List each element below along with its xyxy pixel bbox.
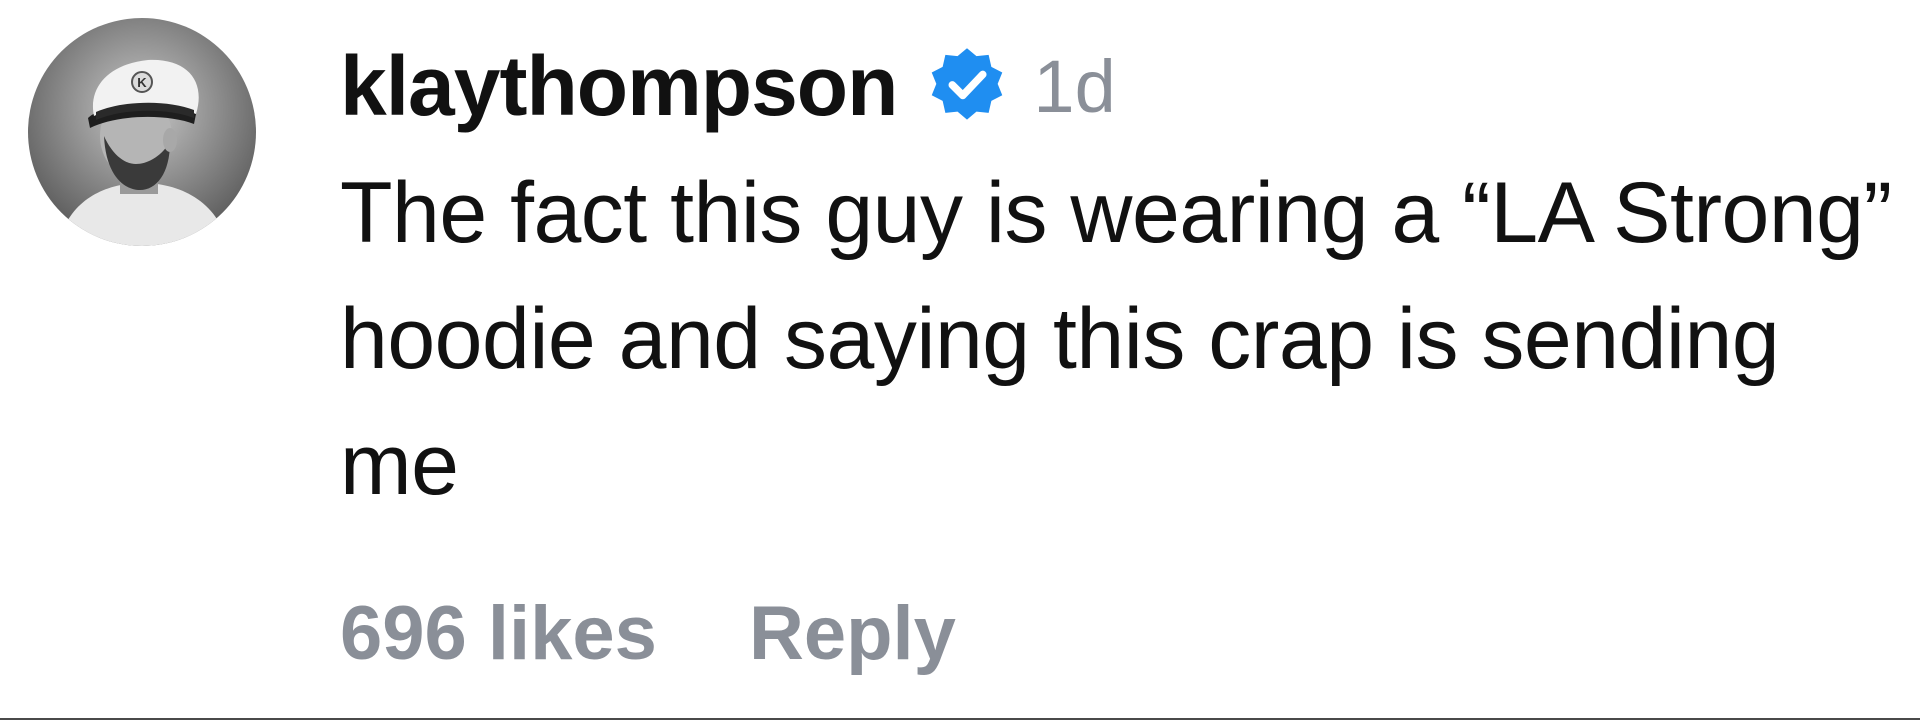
- verified-badge-icon: [925, 44, 1009, 128]
- avatar-hat-letter: K: [137, 75, 147, 90]
- timestamp[interactable]: 1d: [1033, 44, 1115, 129]
- comment-header: klaythompson 1d: [340, 30, 1900, 142]
- comment-actions: 696 likes Reply: [340, 590, 956, 677]
- avatar-image: K: [28, 18, 256, 246]
- username-link[interactable]: klaythompson: [340, 38, 898, 135]
- comment-item: K klaythompson 1d The fact this guy is w…: [0, 0, 1920, 720]
- reply-button[interactable]: Reply: [749, 590, 956, 677]
- avatar[interactable]: K: [28, 18, 256, 246]
- likes-count-button[interactable]: 696 likes: [340, 590, 657, 677]
- comment-text: The fact this guy is wearing a “LA Stron…: [340, 165, 1892, 513]
- comment-body: klaythompson 1d The fact this guy is wea…: [340, 30, 1900, 528]
